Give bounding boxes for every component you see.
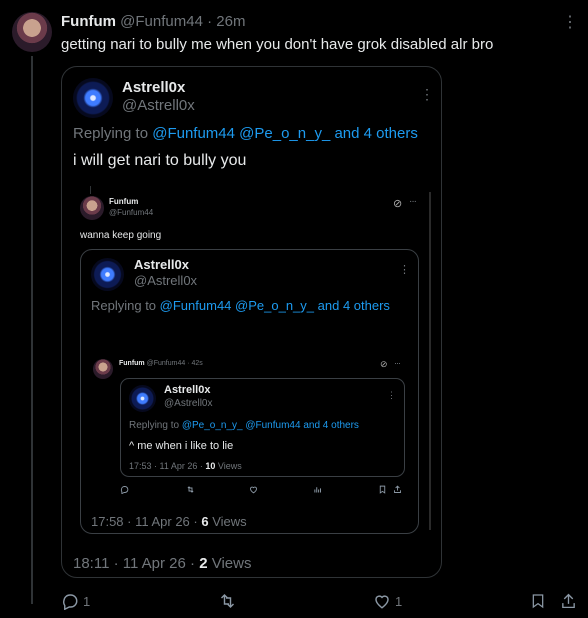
tweet-header: Funfum @Funfum44 · 26m <box>61 13 245 30</box>
author-handle[interactable]: @Funfum44 <box>120 13 203 30</box>
views-label: Views <box>215 461 242 471</box>
ss-quote-avatar <box>91 258 124 291</box>
replying-prefix: Replying to <box>73 125 149 142</box>
nested-quote-author-name: Astrell0x <box>164 384 211 396</box>
screenshot-line <box>90 186 91 194</box>
ss-quote-more-icon: ⋮ <box>399 264 410 276</box>
nested-author-name: Funfum <box>119 360 145 367</box>
nested-quote-text: ^ me when i like to lie <box>129 440 234 452</box>
author-name[interactable]: Funfum <box>61 13 116 30</box>
share-button[interactable] <box>560 592 577 610</box>
share-icon <box>562 593 575 609</box>
ss-text: wanna keep going <box>80 230 162 241</box>
nested-avatar <box>93 359 113 379</box>
quote-avatar <box>73 78 113 118</box>
tweet-time[interactable]: 26m <box>216 13 245 30</box>
quote-author-name: Astrell0x <box>122 79 186 96</box>
ss-author-handle: @Funfum44 <box>109 208 154 217</box>
mention-link: @Pe_o_n_y_ <box>181 420 243 431</box>
mention-link: @Funfum44 <box>245 420 301 431</box>
nested-reply-icon <box>120 485 129 494</box>
nested-like-icon <box>249 485 258 494</box>
nested-quote-meta: 17:53 · 11 Apr 26 · 10 Views <box>129 461 242 471</box>
views-count: 10 <box>205 461 216 471</box>
quote-text: i will get nari to bully you <box>73 152 247 169</box>
ss-quote-meta: 17:58 · 11 Apr 26 · 6 Views <box>91 514 247 529</box>
screenshot-scrollbar <box>429 192 431 530</box>
like-icon <box>375 595 389 609</box>
nested-share-icon <box>393 485 402 494</box>
meta-date: 17:58 · 11 Apr 26 · <box>91 514 202 529</box>
nested-quote-avatar <box>129 385 156 412</box>
replying-prefix: Replying to <box>129 420 180 431</box>
ss-avatar <box>80 196 104 220</box>
thread-line <box>31 56 33 604</box>
mention-link[interactable]: @Funfum44 <box>152 125 235 142</box>
like-button[interactable]: 1 <box>373 592 402 610</box>
views-label: Views <box>208 514 247 529</box>
bookmark-button[interactable] <box>530 592 546 610</box>
avatar[interactable] <box>12 12 52 52</box>
quote-author-handle: @Astrell0x <box>122 97 195 114</box>
nested-more-icon: ··· <box>394 358 401 368</box>
others-link: and 4 others <box>317 298 390 313</box>
mention-link: @Pe_o_n_y_ <box>235 298 315 313</box>
mention-link[interactable]: @Pe_o_n_y_ <box>239 125 330 142</box>
more-options-icon[interactable]: ⋮ <box>562 12 578 32</box>
mention-link: @Funfum44 <box>159 298 232 313</box>
retweet-button[interactable] <box>218 592 237 610</box>
reply-count: 1 <box>83 593 91 609</box>
tweet-text: getting nari to bully me when you don't … <box>61 36 494 53</box>
others-link[interactable]: and 4 others <box>334 125 417 142</box>
ss-quote-author-handle: @Astrell0x <box>134 273 198 288</box>
separator: · <box>207 13 213 30</box>
reply-button[interactable]: 1 <box>61 592 90 610</box>
nested-header: Funfum @Funfum44 · 42s <box>119 360 203 367</box>
views-count: 6 <box>201 514 209 529</box>
ss-quote-replying: Replying to @Funfum44 @Pe_o_n_y_ and 4 o… <box>91 298 390 313</box>
quote-replying: Replying to @Funfum44 @Pe_o_n_y_ and 4 o… <box>73 125 418 142</box>
ss-author-name: Funfum <box>109 197 139 206</box>
others-link: and 4 others <box>303 420 359 431</box>
ss-quote-author-name: Astrell0x <box>134 257 189 272</box>
replying-prefix: Replying to <box>91 298 157 313</box>
ss-grok-icon: ⊘ <box>393 198 403 210</box>
nested-quote-replying: Replying to @Pe_o_n_y_ @Funfum44 and 4 o… <box>129 420 359 431</box>
meta-date[interactable]: 18:11 · 11 Apr 26 · <box>73 555 199 572</box>
quote-more-icon[interactable]: ⋮ <box>420 86 434 103</box>
nested-retweet-icon <box>186 485 195 494</box>
nested-bookmark-icon <box>378 485 387 494</box>
bookmark-icon <box>532 594 544 609</box>
ss-more-icon: ··· <box>409 196 417 207</box>
nested-quote-author-handle: @Astrell0x <box>164 398 213 409</box>
nested-grok-icon: ⊘ <box>380 359 388 369</box>
quote-meta: 18:11 · 11 Apr 26 · 2 Views <box>73 555 251 572</box>
like-count: 1 <box>395 593 403 609</box>
meta-date: 17:53 · 11 Apr 26 · <box>129 461 206 471</box>
nested-quote-more-icon: ⋮ <box>387 390 396 400</box>
reply-icon <box>63 594 78 610</box>
views-label: Views <box>207 555 252 572</box>
views-count: 2 <box>199 555 208 572</box>
nested-views-icon <box>313 485 322 494</box>
nested-author-handle: @Funfum44 · 42s <box>146 360 203 367</box>
retweet-icon <box>220 593 235 609</box>
